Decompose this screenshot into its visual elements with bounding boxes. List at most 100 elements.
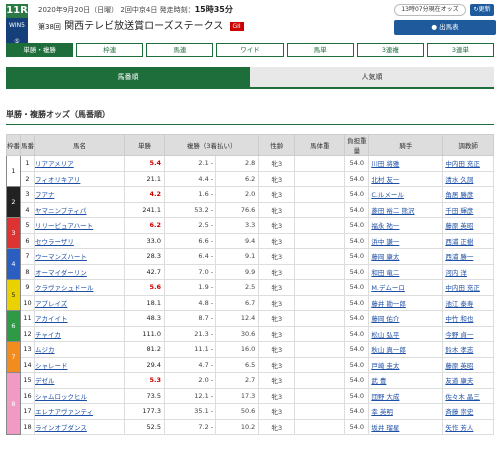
place-odds-max: 17.3 bbox=[215, 387, 260, 404]
horse-name-cell: アカイイト bbox=[34, 310, 125, 327]
win-odds: 28.3 bbox=[124, 248, 165, 265]
trainer-link[interactable]: 中竹 和也 bbox=[445, 315, 473, 323]
tab-by-popularity[interactable]: 人気順 bbox=[250, 67, 494, 87]
tab-wide[interactable]: ワイド bbox=[216, 43, 284, 57]
jockey-link[interactable]: 戸崎 圭太 bbox=[371, 362, 399, 370]
tab-trio[interactable]: 3連複 bbox=[356, 43, 424, 57]
horse-name-link[interactable]: リアアメリア bbox=[36, 160, 74, 168]
horse-name-link[interactable]: シャムロックヒル bbox=[36, 393, 88, 401]
trainer-cell: 佐々木 晶三 bbox=[442, 387, 494, 404]
trainer-link[interactable]: 中内田 充正 bbox=[445, 284, 480, 292]
horse-name-link[interactable]: リリーピュアハート bbox=[36, 222, 94, 230]
jockey-link[interactable]: 福永 祐一 bbox=[371, 222, 399, 230]
trainer-link[interactable]: 角居 勝彦 bbox=[445, 191, 473, 199]
horse-name-link[interactable]: フアナ bbox=[36, 191, 55, 199]
jockey-link[interactable]: C.ルメール bbox=[371, 191, 404, 199]
place-odds-max: 2.7 bbox=[215, 372, 260, 389]
jockey-link[interactable]: 坂井 瑠星 bbox=[371, 424, 399, 432]
jockey-link[interactable]: 和田 竜二 bbox=[371, 269, 399, 277]
trainer-link[interactable]: 池江 泰寿 bbox=[445, 300, 473, 308]
body-weight bbox=[294, 310, 346, 327]
trainer-link[interactable]: 鈴木 孝志 bbox=[445, 346, 473, 354]
trainer-cell: 西浦 勝一 bbox=[442, 248, 494, 265]
horse-name-link[interactable]: エレナアヴァンティ bbox=[36, 408, 94, 416]
refresh-button[interactable]: ↻更新 bbox=[470, 4, 494, 16]
jockey-cell: 浜中 謙一 bbox=[368, 232, 444, 249]
table-row: 2 3 フアナ 4.2 1.6 -2.0 牝3 54.0 C.ルメール 角居 勝彦 bbox=[6, 186, 494, 218]
jockey-link[interactable]: M.デムーロ bbox=[371, 284, 405, 292]
body-weight bbox=[294, 201, 346, 218]
trainer-link[interactable]: 西浦 勝一 bbox=[445, 253, 473, 261]
horse-name-link[interactable]: オーマイダーリン bbox=[36, 269, 87, 277]
burden-weight: 54.0 bbox=[344, 248, 370, 265]
jockey-link[interactable]: 北村 友一 bbox=[371, 176, 399, 184]
trainer-link[interactable]: 河内 洋 bbox=[445, 269, 467, 277]
table-row: 8 オーマイダーリン 42.7 7.0 -9.9 牝3 54.0 和田 竜二 河内 洋 bbox=[7, 263, 494, 280]
trainer-link[interactable]: 斉藤 崇史 bbox=[445, 408, 473, 416]
tab-exacta[interactable]: 馬単 bbox=[286, 43, 354, 57]
horse-name-link[interactable]: ムジカ bbox=[36, 346, 55, 354]
horse-name-cell: リリーピュアハート bbox=[34, 217, 125, 234]
horse-name-link[interactable]: セウラーザリ bbox=[36, 238, 74, 246]
jockey-cell: 藤井 勘一郎 bbox=[368, 294, 444, 311]
tab-trifecta[interactable]: 3連単 bbox=[426, 43, 494, 57]
race-date: 2020年9月20日（日曜） bbox=[38, 6, 119, 14]
horse-name-link[interactable]: クラヴァシュドール bbox=[36, 284, 94, 292]
place-odds-min: 4.8 - bbox=[163, 294, 217, 311]
burden-weight: 54.0 bbox=[344, 403, 370, 420]
burden-weight: 54.0 bbox=[344, 294, 370, 311]
jockey-link[interactable]: 松山 弘平 bbox=[371, 331, 399, 339]
jockey-link[interactable]: 川田 将雅 bbox=[371, 160, 399, 168]
jockey-link[interactable]: 秋山 真一郎 bbox=[371, 346, 406, 354]
place-odds-max: 2.5 bbox=[215, 279, 260, 296]
jockey-link[interactable]: 浜中 謙一 bbox=[371, 238, 399, 246]
trainer-link[interactable]: 藤原 英昭 bbox=[445, 362, 473, 370]
body-weight bbox=[294, 155, 346, 172]
trainer-cell: 角居 勝彦 bbox=[442, 186, 494, 203]
trainer-link[interactable]: 清水 久詞 bbox=[445, 176, 473, 184]
jockey-link[interactable]: 藤井 勘一郎 bbox=[371, 300, 406, 308]
horse-name-cell: デゼル bbox=[34, 372, 125, 389]
trainer-link[interactable]: 矢作 芳人 bbox=[445, 424, 473, 432]
jockey-link[interactable]: 武 豊 bbox=[371, 377, 386, 385]
trainer-link[interactable]: 西浦 正樹 bbox=[445, 238, 473, 246]
body-weight bbox=[294, 263, 346, 280]
jockey-link[interactable]: 藤岡 佑介 bbox=[371, 315, 399, 323]
horse-name-link[interactable]: ヤマニンプティパ bbox=[36, 207, 87, 215]
place-odds-min: 4.7 - bbox=[163, 356, 217, 373]
sex-age: 牝3 bbox=[258, 387, 296, 404]
place-odds-min: 1.9 - bbox=[163, 279, 217, 296]
horse-name-link[interactable]: デゼル bbox=[36, 377, 55, 385]
horse-name-link[interactable]: ラインオブダンス bbox=[36, 424, 87, 432]
trainer-link[interactable]: 千田 輝彦 bbox=[445, 207, 473, 215]
jockey-link[interactable]: 菱田 裕二 熊沢 bbox=[371, 207, 414, 215]
horse-name-link[interactable]: シャレード bbox=[36, 362, 68, 370]
jockey-cell: 川田 将雅 bbox=[368, 155, 444, 172]
runners-button[interactable]: ● 出馬表 bbox=[394, 20, 496, 35]
tab-by-number[interactable]: 馬番順 bbox=[6, 67, 250, 87]
jockey-link[interactable]: 幸 英明 bbox=[371, 408, 393, 416]
horse-name-cell: リアアメリア bbox=[34, 155, 125, 172]
jockey-cell: 秋山 真一郎 bbox=[368, 341, 444, 358]
horse-name-link[interactable]: ウーマンズハート bbox=[36, 253, 87, 261]
trainer-link[interactable]: 佐々木 晶三 bbox=[445, 393, 480, 401]
trainer-link[interactable]: 友道 康夫 bbox=[445, 377, 473, 385]
waku-number: 7 bbox=[6, 341, 21, 373]
table-row: 5 9 クラヴァシュドール 5.6 1.9 -2.5 牝3 54.0 M.デムーロ 中内田 充正 bbox=[6, 279, 494, 311]
race-name: 関西テレビ放送賞ローズステークス bbox=[64, 21, 224, 32]
horse-name-link[interactable]: チャイカ bbox=[36, 331, 61, 339]
jockey-link[interactable]: 団野 大成 bbox=[371, 393, 399, 401]
burden-weight: 54.0 bbox=[344, 279, 370, 296]
jockey-link[interactable]: 藤岡 康太 bbox=[371, 253, 399, 261]
trainer-link[interactable]: 中内田 充正 bbox=[445, 160, 480, 168]
horse-name-link[interactable]: アブレイズ bbox=[36, 300, 68, 308]
tab-quinella[interactable]: 馬連 bbox=[146, 43, 214, 57]
horse-name-link[interactable]: アカイイト bbox=[36, 315, 68, 323]
trainer-link[interactable]: 今野 貞一 bbox=[445, 331, 473, 339]
body-weight bbox=[294, 232, 346, 249]
tab-bracket[interactable]: 枠連 bbox=[76, 43, 144, 57]
horse-name-link[interactable]: フィオリキアリ bbox=[36, 176, 81, 184]
tab-win-place[interactable]: 単勝・複勝 bbox=[6, 43, 74, 57]
trainer-link[interactable]: 藤原 英昭 bbox=[445, 222, 473, 230]
horse-number: 13 bbox=[20, 341, 35, 358]
